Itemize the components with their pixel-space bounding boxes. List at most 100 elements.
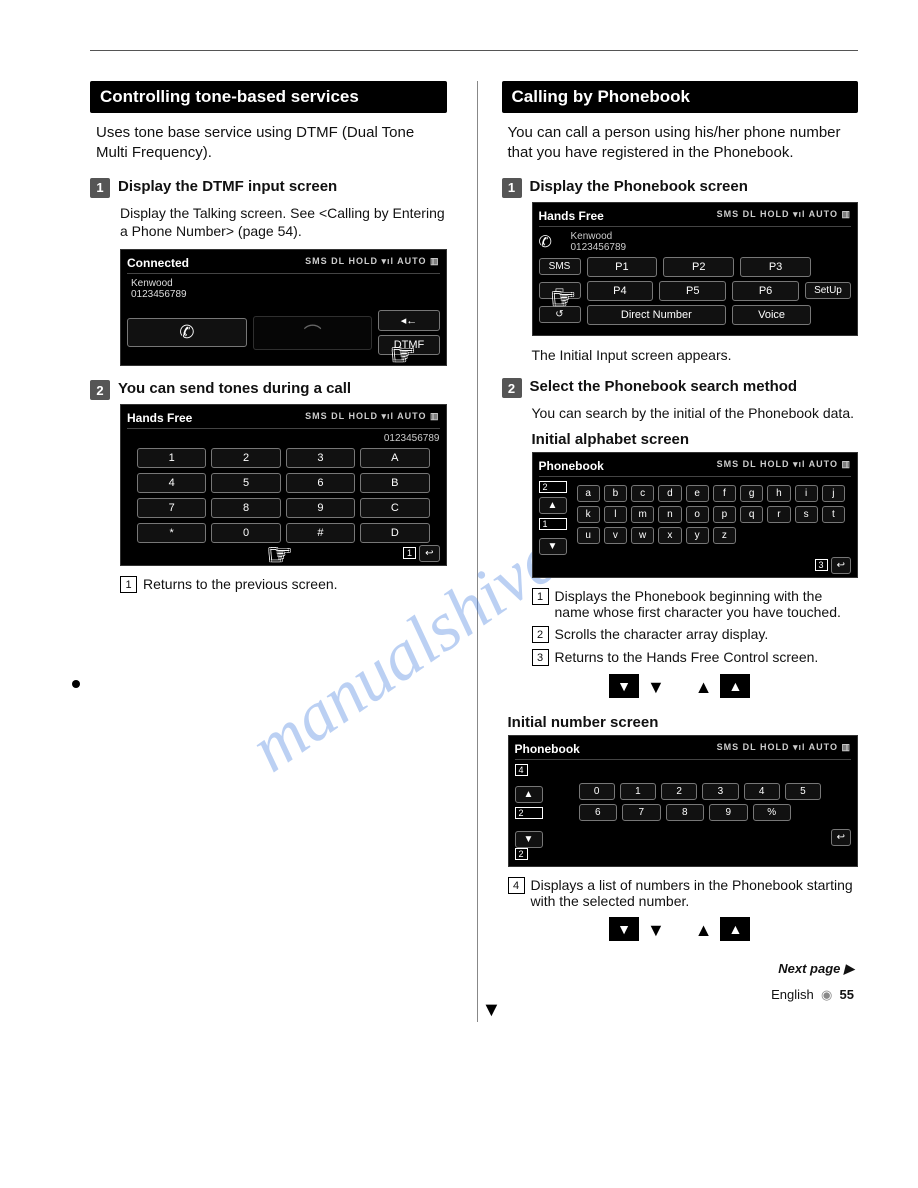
ss-title: Connected <box>127 256 189 270</box>
key-p[interactable]: p <box>713 506 736 523</box>
callout-a3: 3 Returns to the Hands Free Control scree… <box>532 649 859 666</box>
key-m[interactable]: m <box>631 506 654 523</box>
key-A[interactable]: A <box>360 448 429 468</box>
key-a[interactable]: a <box>577 485 600 502</box>
step-num-icon: 1 <box>502 178 522 198</box>
step-num-icon: 1 <box>90 178 110 198</box>
back-button[interactable]: ↩ <box>419 545 439 562</box>
key-l[interactable]: l <box>604 506 627 523</box>
ss-title: Hands Free <box>539 209 604 223</box>
callout-num: 3 <box>532 649 549 666</box>
key-k[interactable]: k <box>577 506 600 523</box>
key-i[interactable]: i <box>795 485 818 502</box>
ss-title: Hands Free <box>127 411 192 425</box>
key-y[interactable]: y <box>686 527 709 544</box>
key-4[interactable]: 4 <box>137 473 206 493</box>
hangup-button[interactable]: ⌒ <box>253 316 373 350</box>
num-pct[interactable]: % <box>753 804 792 821</box>
num-0[interactable]: 0 <box>579 783 615 800</box>
num-6[interactable]: 6 <box>579 804 618 821</box>
callout-text: Scrolls the character array display. <box>555 626 769 643</box>
scroll-down-button[interactable]: ▼ <box>515 831 543 848</box>
key-h[interactable]: h <box>767 485 790 502</box>
down-box-icon: ▼ <box>609 674 639 698</box>
key-x[interactable]: x <box>658 527 681 544</box>
key-1[interactable]: 1 <box>137 448 206 468</box>
step-title: You can send tones during a call <box>118 380 351 397</box>
down-tri-icon: ▼ <box>647 677 665 698</box>
key-c[interactable]: c <box>631 485 654 502</box>
status-icons: SMS DL HOLD ▾ıl AUTO ▥ <box>717 742 851 756</box>
num-8[interactable]: 8 <box>666 804 705 821</box>
up-tri-icon: ▲ <box>695 677 713 698</box>
caller-number: 0123456789 <box>131 289 440 300</box>
key-f[interactable]: f <box>713 485 736 502</box>
intro-tone: Uses tone base service using DTMF (Dual … <box>96 123 441 164</box>
key-e[interactable]: e <box>686 485 709 502</box>
key-w[interactable]: w <box>631 527 654 544</box>
right-column: Calling by Phonebook You can call a pers… <box>477 81 859 1022</box>
num-7[interactable]: 7 <box>622 804 661 821</box>
step-1-right: 1 Display the Phonebook screen <box>502 178 859 198</box>
key-o[interactable]: o <box>686 506 709 523</box>
num-2[interactable]: 2 <box>661 783 697 800</box>
key-g[interactable]: g <box>740 485 763 502</box>
callout-marker-2c: 2 <box>515 848 528 860</box>
binder-dot <box>72 680 80 688</box>
num-3[interactable]: 3 <box>702 783 738 800</box>
key-r[interactable]: r <box>767 506 790 523</box>
preset-p1[interactable]: P1 <box>587 257 658 277</box>
key-star[interactable]: * <box>137 523 206 543</box>
scroll-down-button[interactable]: ▼ <box>539 538 567 555</box>
key-n[interactable]: n <box>658 506 681 523</box>
call-button[interactable]: ✆ <box>127 318 247 347</box>
key-t[interactable]: t <box>822 506 845 523</box>
key-3[interactable]: 3 <box>286 448 355 468</box>
preset-p6[interactable]: P6 <box>732 281 799 301</box>
num-4[interactable]: 4 <box>744 783 780 800</box>
voice-button[interactable]: Voice <box>732 305 811 325</box>
intro-phonebook: You can call a person using his/her phon… <box>508 123 853 164</box>
key-u[interactable]: u <box>577 527 600 544</box>
key-6[interactable]: 6 <box>286 473 355 493</box>
scroll-up-button[interactable]: ▲ <box>515 786 543 803</box>
preset-p4[interactable]: P4 <box>587 281 654 301</box>
preset-p5[interactable]: P5 <box>659 281 726 301</box>
key-v[interactable]: v <box>604 527 627 544</box>
num-1[interactable]: 1 <box>620 783 656 800</box>
callout-text: Returns to the Hands Free Control screen… <box>555 649 819 666</box>
caller-name: Kenwood <box>131 278 440 289</box>
preset-p2[interactable]: P2 <box>663 257 734 277</box>
key-j[interactable]: j <box>822 485 845 502</box>
key-8[interactable]: 8 <box>211 498 280 518</box>
back-button[interactable]: ↩ <box>831 829 851 846</box>
back-button[interactable]: ↩ <box>831 557 851 574</box>
key-s[interactable]: s <box>795 506 818 523</box>
key-D[interactable]: D <box>360 523 429 543</box>
speaker-button[interactable]: ◂← <box>378 310 439 331</box>
sms-button[interactable]: SMS <box>539 258 581 275</box>
after-step1: The Initial Input screen appears. <box>532 346 859 365</box>
callout-num: 1 <box>120 576 137 593</box>
key-d[interactable]: d <box>658 485 681 502</box>
key-b[interactable]: b <box>604 485 627 502</box>
key-7[interactable]: 7 <box>137 498 206 518</box>
key-2[interactable]: 2 <box>211 448 280 468</box>
num-9[interactable]: 9 <box>709 804 748 821</box>
down-tri-icon: ▼ <box>647 920 665 941</box>
num-5[interactable]: 5 <box>785 783 821 800</box>
key-q[interactable]: q <box>740 506 763 523</box>
setup-button[interactable]: SetUp <box>805 282 851 299</box>
key-5[interactable]: 5 <box>211 473 280 493</box>
page-number: 55 <box>840 987 854 1002</box>
scroll-up-button[interactable]: ▲ <box>539 497 567 514</box>
preset-p3[interactable]: P3 <box>740 257 811 277</box>
heading-tone: Controlling tone-based services <box>90 81 447 113</box>
key-C[interactable]: C <box>360 498 429 518</box>
key-hash[interactable]: # <box>286 523 355 543</box>
direct-number-button[interactable]: Direct Number <box>587 305 727 325</box>
key-B[interactable]: B <box>360 473 429 493</box>
key-9[interactable]: 9 <box>286 498 355 518</box>
key-z[interactable]: z <box>713 527 736 544</box>
screenshot-connected: Connected SMS DL HOLD ▾ıl AUTO ▥ Kenwood… <box>120 249 447 366</box>
